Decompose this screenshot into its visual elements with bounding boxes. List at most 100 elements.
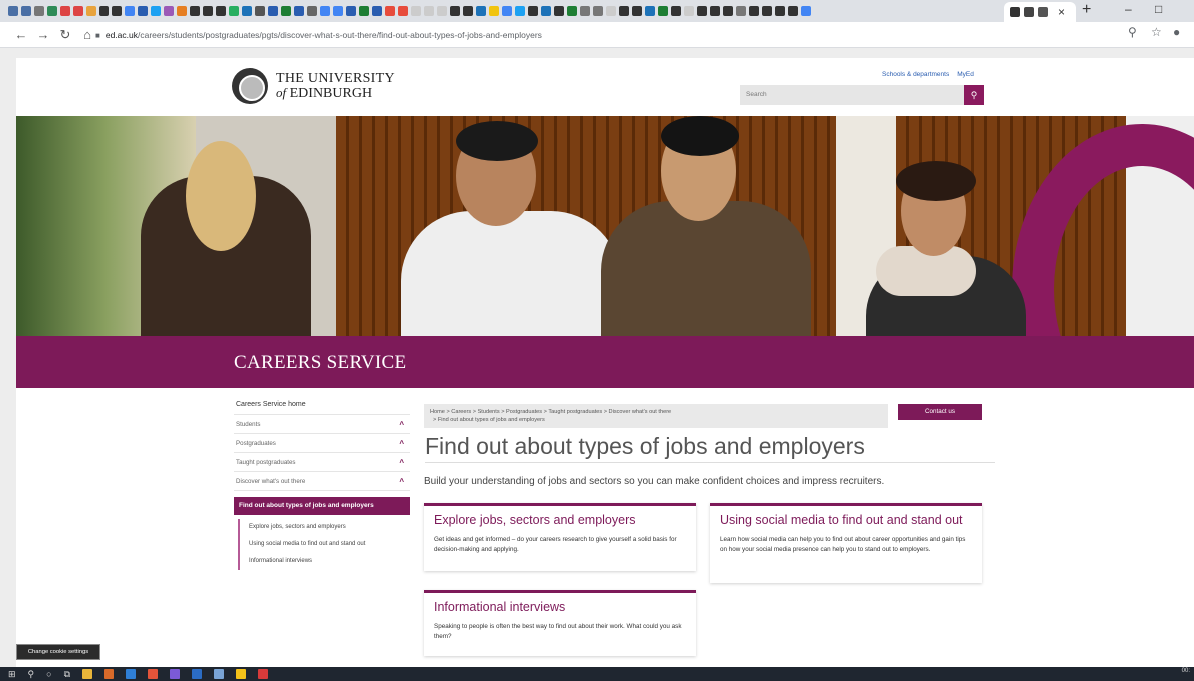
sidebar-subitem-explore[interactable]: Explore jobs, sectors and employers (240, 519, 410, 536)
profile-icon[interactable]: ● (1173, 25, 1180, 39)
tab-favicon-icon[interactable] (645, 6, 655, 16)
tab-favicon-icon[interactable] (372, 6, 382, 16)
sidebar-item-students[interactable]: Students ^ (234, 415, 410, 434)
chevron-up-icon[interactable]: ^ (399, 472, 404, 491)
tab-favicon-icon[interactable] (86, 6, 96, 16)
tab-favicon-icon[interactable] (164, 6, 174, 16)
taskbar-clock[interactable]: 00: (1182, 668, 1190, 674)
sidebar-item-discover[interactable]: Discover what's out there ^ (234, 472, 410, 491)
card-social-media[interactable]: Using social media to find out and stand… (710, 503, 982, 583)
tab-favicon-icon[interactable] (47, 6, 57, 16)
chrome-icon[interactable] (148, 669, 159, 679)
powerpoint-icon[interactable] (258, 669, 269, 679)
google-icon[interactable] (320, 6, 330, 16)
tab-favicon-icon[interactable] (723, 6, 733, 16)
university-logo[interactable]: THE UNIVERSITY of EDINBURGH (232, 68, 395, 104)
tab-favicon-icon[interactable] (190, 6, 200, 16)
new-tab-button[interactable]: + (1082, 1, 1091, 19)
tab-favicon-icon[interactable] (8, 6, 18, 16)
tab-favicon-icon[interactable] (476, 6, 486, 16)
tab-favicon-icon[interactable] (281, 6, 291, 16)
file-explorer-icon[interactable] (82, 669, 93, 679)
active-tab[interactable]: × (1004, 2, 1076, 22)
forward-arrow-icon[interactable]: → (32, 27, 54, 42)
sticky-notes-icon[interactable] (236, 669, 247, 679)
drive-icon[interactable] (489, 6, 499, 16)
task-view-icon[interactable]: ⧉ (64, 669, 70, 680)
chevron-up-icon[interactable]: ^ (399, 453, 404, 472)
tab-favicon-icon[interactable] (229, 6, 239, 16)
section-title[interactable]: CAREERS SERVICE (234, 352, 406, 374)
windows-start-icon[interactable]: ⊞ (8, 669, 16, 680)
tab-favicon-icon[interactable] (788, 6, 798, 16)
twitter-icon[interactable] (151, 6, 161, 16)
zoom-icon[interactable]: ⚲ (1128, 25, 1137, 39)
tab-favicon-icon[interactable] (203, 6, 213, 16)
tab-favicon-icon[interactable] (736, 6, 746, 16)
search-icon[interactable]: ⚲ (28, 669, 35, 680)
tab-close-button[interactable]: × (1058, 5, 1065, 19)
tab-favicon-icon[interactable] (99, 6, 109, 16)
schools-departments-link[interactable]: Schools & departments (882, 71, 949, 78)
tab-favicon-icon[interactable] (658, 6, 668, 16)
minimize-button[interactable]: – (1125, 2, 1132, 16)
card-title[interactable]: Using social media to find out and stand… (720, 513, 972, 527)
twitter-icon[interactable] (515, 6, 525, 16)
google-icon[interactable] (125, 6, 135, 16)
chevron-up-icon[interactable]: ^ (399, 415, 404, 434)
word-icon[interactable] (192, 669, 203, 679)
app-icon[interactable] (170, 669, 181, 679)
tab-favicon-icon[interactable] (307, 6, 317, 16)
tab-favicon-icon[interactable] (567, 6, 577, 16)
cortana-icon[interactable]: ○ (46, 669, 51, 679)
tab-favicon-icon[interactable] (255, 6, 265, 16)
tab-favicon-icon[interactable] (541, 6, 551, 16)
address-bar[interactable]: ■ ed.ac.uk/careers/students/postgraduate… (95, 25, 1095, 45)
card-title[interactable]: Informational interviews (434, 600, 686, 614)
word-icon[interactable] (138, 6, 148, 16)
tab-favicon-icon[interactable] (437, 6, 447, 16)
sidebar-item-careers-home[interactable]: Careers Service home (234, 398, 410, 415)
tab-favicon-icon[interactable] (450, 6, 460, 16)
tab-favicon-icon[interactable] (710, 6, 720, 16)
sidebar-item-taught-postgraduates[interactable]: Taught postgraduates ^ (234, 453, 410, 472)
tab-favicon-icon[interactable] (749, 6, 759, 16)
tab-favicon-icon[interactable] (593, 6, 603, 16)
sidebar-item-active[interactable]: Find out about types of jobs and employe… (234, 497, 410, 515)
card-title[interactable]: Explore jobs, sectors and employers (434, 513, 686, 527)
tab-favicon-icon[interactable] (359, 6, 369, 16)
myed-link[interactable]: MyEd (957, 71, 974, 78)
breadcrumb-line2[interactable]: > Find out about types of jobs and emplo… (430, 416, 882, 424)
tab-favicon-icon[interactable] (606, 6, 616, 16)
reload-icon[interactable]: ↻ (54, 27, 76, 43)
tab-favicon-icon[interactable] (216, 6, 226, 16)
tab-favicon-icon[interactable] (762, 6, 772, 16)
google-icon[interactable] (502, 6, 512, 16)
tab-favicon-icon[interactable] (112, 6, 122, 16)
tab-favicon-icon[interactable] (177, 6, 187, 16)
breadcrumb-line1[interactable]: Home > Careers > Students > Postgraduate… (430, 408, 882, 416)
app-icon[interactable] (214, 669, 225, 679)
star-icon[interactable]: ☆ (1151, 25, 1162, 39)
google-icon[interactable] (333, 6, 343, 16)
tab-favicon-icon[interactable] (528, 6, 538, 16)
tab-favicon-icon[interactable] (632, 6, 642, 16)
tab-favicon-icon[interactable] (684, 6, 694, 16)
tab-favicon-icon[interactable] (424, 6, 434, 16)
gmail-icon[interactable] (73, 6, 83, 16)
search-input[interactable]: Search (740, 85, 964, 105)
outlook-icon[interactable] (104, 669, 115, 679)
tab-favicon-icon[interactable] (385, 6, 395, 16)
tab-favicon-icon[interactable] (671, 6, 681, 16)
google-icon[interactable] (801, 6, 811, 16)
sidebar-subitem-social-media[interactable]: Using social media to find out and stand… (240, 536, 410, 553)
sidebar-item-postgraduates[interactable]: Postgraduates ^ (234, 434, 410, 453)
edge-icon[interactable] (126, 669, 137, 679)
tab-favicon-icon[interactable] (21, 6, 31, 16)
card-informational-interviews[interactable]: Informational interviews Speaking to peo… (424, 590, 696, 656)
tab-favicon-icon[interactable] (398, 6, 408, 16)
chevron-up-icon[interactable]: ^ (399, 434, 404, 453)
back-arrow-icon[interactable]: ← (10, 27, 32, 42)
tab-favicon-icon[interactable] (775, 6, 785, 16)
tab-favicon-icon[interactable] (619, 6, 629, 16)
